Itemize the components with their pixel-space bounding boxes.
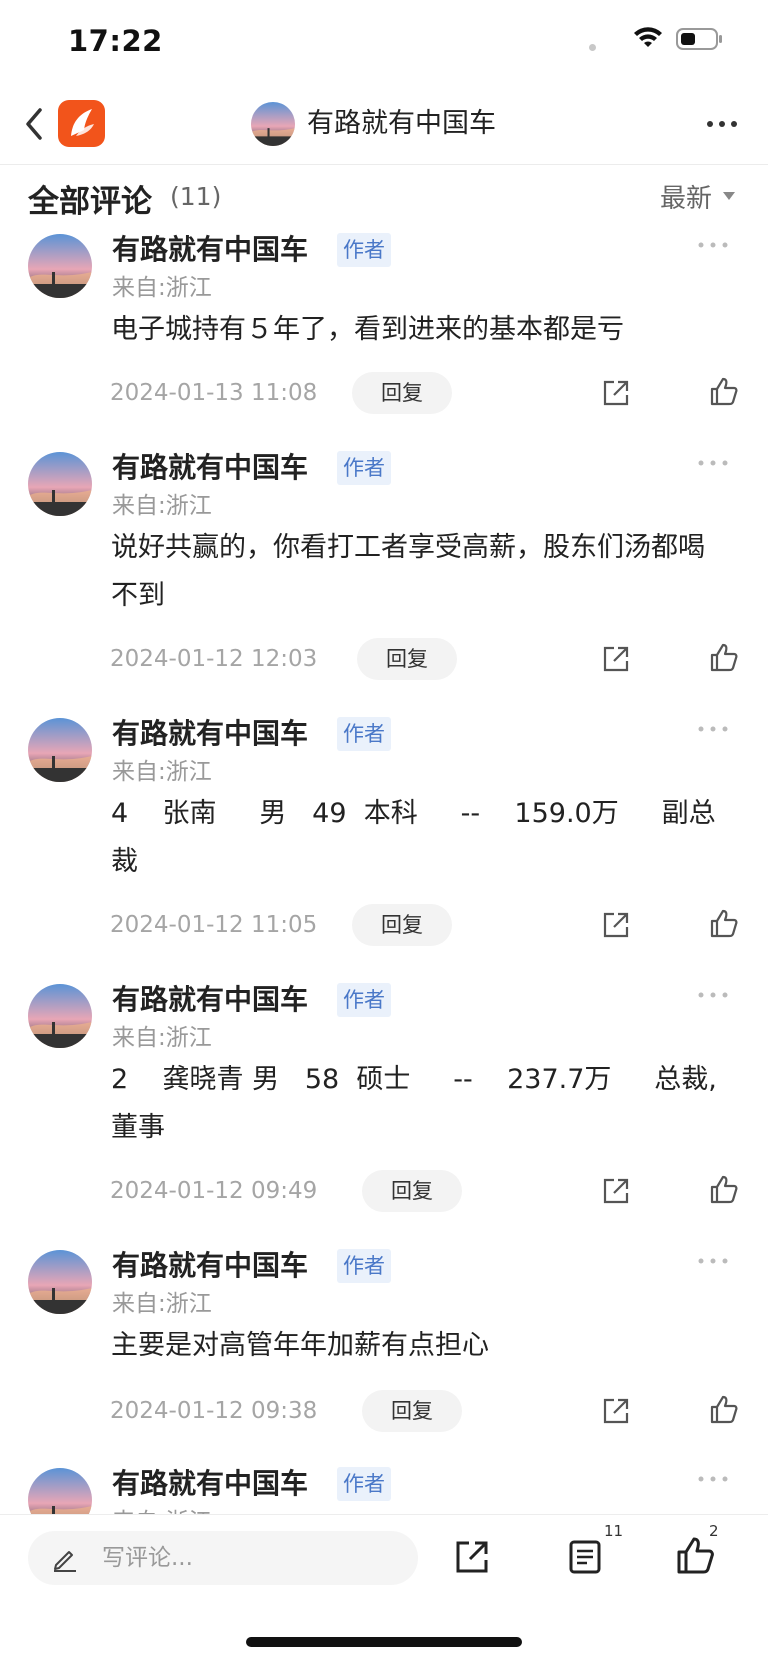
author-badge: 作者 [337,717,391,751]
avatar[interactable] [28,1250,92,1314]
comments-list-count: 11 [604,1522,624,1540]
author-name[interactable]: 有路就有中国车 [112,230,308,270]
comments-list[interactable]: 有路就有中国车 作者 来自:浙江 电子城持有５年了，看到进来的基本都是亏 202… [0,226,768,1514]
author-badge: 作者 [337,1249,391,1283]
comment-item: 有路就有中国车 作者 来自:浙江 [0,1460,768,1514]
comments-header: 全部评论 (11) 最新 [0,170,768,226]
nav-bar: 有路就有中国车 [0,84,768,165]
app-logo-icon [71,109,94,136]
avatar[interactable] [28,234,92,298]
nav-avatar[interactable] [251,102,295,146]
avatar[interactable] [28,984,92,1048]
battery-icon [676,28,722,50]
input-placeholder: 写评论... [102,1545,193,1571]
share-icon[interactable] [600,377,632,409]
more-icon[interactable] [697,458,729,468]
reply-button[interactable]: 回复 [352,904,452,946]
comments-list-icon[interactable] [565,1537,605,1577]
avatar-image [28,234,92,298]
reply-button[interactable]: 回复 [362,1390,462,1432]
share-icon[interactable] [600,643,632,675]
timestamp: 2024-01-12 12:03 [110,646,318,672]
avatar-image [28,1468,92,1514]
more-icon[interactable] [697,1474,729,1484]
location: 来自:浙江 [112,1506,212,1514]
comment-text[interactable]: 主要是对高管年年加薪有点担心 [111,1322,731,1370]
like-icon[interactable] [708,642,740,674]
share-icon[interactable] [600,1395,632,1427]
author-badge: 作者 [337,983,391,1017]
share-icon[interactable] [600,909,632,941]
app-logo[interactable] [58,100,105,147]
wifi-icon [634,27,662,47]
comment-text[interactable]: 电子城持有５年了，看到进来的基本都是亏 [111,306,731,354]
comments-title: 全部评论 [28,184,152,220]
like-icon[interactable] [708,1174,740,1206]
like-icon[interactable] [708,1394,740,1426]
author-badge: 作者 [337,1467,391,1501]
share-icon[interactable] [600,1175,632,1207]
reply-button[interactable]: 回复 [362,1170,462,1212]
back-icon[interactable] [20,104,50,144]
comment-item: 有路就有中国车 作者 来自:浙江 2 龚晓青 男 58 硕士 -- 237.7万… [0,976,768,1242]
more-icon[interactable] [697,990,729,1000]
caret-down-icon[interactable] [723,192,735,200]
bottom-bar: 写评论... 11 2 [0,1514,768,1664]
like-icon[interactable] [674,1535,716,1577]
reply-button[interactable]: 回复 [352,372,452,414]
comments-count: (11) [170,182,222,211]
location: 来自:浙江 [112,493,212,519]
more-icon[interactable] [697,724,729,734]
more-icon[interactable] [697,1256,729,1266]
avatar-image [28,984,92,1048]
avatar[interactable] [28,718,92,782]
timestamp: 2024-01-12 09:49 [110,1178,318,1204]
share-icon[interactable] [452,1537,492,1577]
sort-button[interactable]: 最新 [660,178,712,215]
avatar[interactable] [28,1468,92,1514]
author-badge: 作者 [337,233,391,267]
avatar-image [28,718,92,782]
like-icon[interactable] [708,376,740,408]
pencil-icon [54,1551,76,1572]
location: 来自:浙江 [112,275,212,301]
timestamp: 2024-01-12 11:05 [110,912,318,938]
timestamp: 2024-01-12 09:38 [110,1398,318,1424]
more-icon[interactable] [697,240,729,250]
author-name[interactable]: 有路就有中国车 [112,448,308,488]
comment-text[interactable]: 4 张南 男 49 本科 -- 159.0万 副总裁 [111,790,731,886]
timestamp: 2024-01-13 11:08 [110,380,318,406]
author-name[interactable]: 有路就有中国车 [112,1246,308,1286]
status-time: 17:22 [68,24,163,58]
comment-item: 有路就有中国车 作者 来自:浙江 主要是对高管年年加薪有点担心 2024-01-… [0,1242,768,1460]
comment-text[interactable]: 说好共赢的，你看打工者享受高薪，股东们汤都喝不到 [111,524,731,620]
status-dot [589,44,596,51]
comment-text[interactable]: 2 龚晓青 男 58 硕士 -- 237.7万 总裁,董事 [111,1056,731,1152]
status-bar: 17:22 [0,0,768,84]
comment-item: 有路就有中国车 作者 来自:浙江 说好共赢的，你看打工者享受高薪，股东们汤都喝不… [0,444,768,710]
comment-item: 有路就有中国车 作者 来自:浙江 4 张南 男 49 本科 -- 159.0万 … [0,710,768,976]
nav-title: 有路就有中国车 [307,108,496,139]
reply-button[interactable]: 回复 [357,638,457,680]
author-name[interactable]: 有路就有中国车 [112,980,308,1020]
avatar-image [251,102,295,146]
location: 来自:浙江 [112,1291,212,1317]
comment-input[interactable]: 写评论... [28,1531,418,1585]
avatar-image [28,1250,92,1314]
avatar[interactable] [28,452,92,516]
avatar-image [28,452,92,516]
author-name[interactable]: 有路就有中国车 [112,1464,308,1504]
author-name[interactable]: 有路就有中国车 [112,714,308,754]
comment-item: 有路就有中国车 作者 来自:浙江 电子城持有５年了，看到进来的基本都是亏 202… [0,226,768,444]
home-indicator [246,1637,522,1647]
location: 来自:浙江 [112,1025,212,1051]
author-badge: 作者 [337,451,391,485]
like-icon[interactable] [708,908,740,940]
like-count: 2 [709,1522,719,1540]
location: 来自:浙江 [112,759,212,785]
more-icon[interactable] [704,112,740,136]
